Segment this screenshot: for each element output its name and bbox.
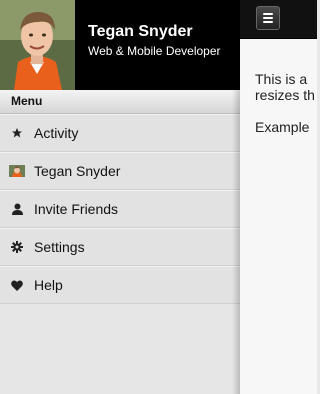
heart-icon (10, 278, 24, 292)
example-paragraph: Example (255, 119, 310, 135)
menu-toggle-button[interactable] (256, 6, 280, 30)
menu-item-invite-friends[interactable]: Invite Friends (0, 190, 240, 228)
menu-item-label: Invite Friends (34, 201, 119, 217)
profile-header[interactable]: Tegan Snyder Web & Mobile Developer (0, 0, 240, 90)
menu-item-label: Help (34, 277, 63, 293)
menu-header-label: Menu (11, 94, 43, 108)
main-content-text: This is a resizes th Example (255, 71, 317, 151)
menu-item-label: Activity (34, 125, 79, 141)
menu-list: Activity Tegan Snyder Invite Friends Set… (0, 114, 240, 304)
star-icon (10, 126, 24, 140)
profile-avatar[interactable] (0, 0, 75, 90)
intro-paragraph-line2: resizes th (255, 87, 315, 103)
profile-role: Web & Mobile Developer (88, 44, 221, 58)
menu-item-help[interactable]: Help (0, 266, 240, 304)
menu-section-header: Menu (0, 90, 240, 114)
profile-name: Tegan Snyder (88, 23, 193, 40)
menu-item-profile[interactable]: Tegan Snyder (0, 152, 240, 190)
top-toolbar (240, 0, 317, 39)
menu-item-label: Tegan Snyder (34, 163, 121, 179)
main-content-area: This is a resizes th Example (240, 0, 317, 394)
side-menu-panel: Tegan Snyder Web & Mobile Developer Menu… (0, 0, 240, 394)
menu-item-label: Settings (34, 239, 85, 255)
intro-paragraph: This is a resizes th (255, 71, 317, 103)
user-thumbnail-icon (9, 164, 25, 178)
gear-icon (10, 240, 24, 254)
person-icon (10, 202, 24, 216)
menu-item-activity[interactable]: Activity (0, 114, 240, 152)
menu-item-settings[interactable]: Settings (0, 228, 240, 266)
intro-paragraph-line1: This is a (255, 71, 308, 87)
panel-shadow (232, 0, 240, 394)
